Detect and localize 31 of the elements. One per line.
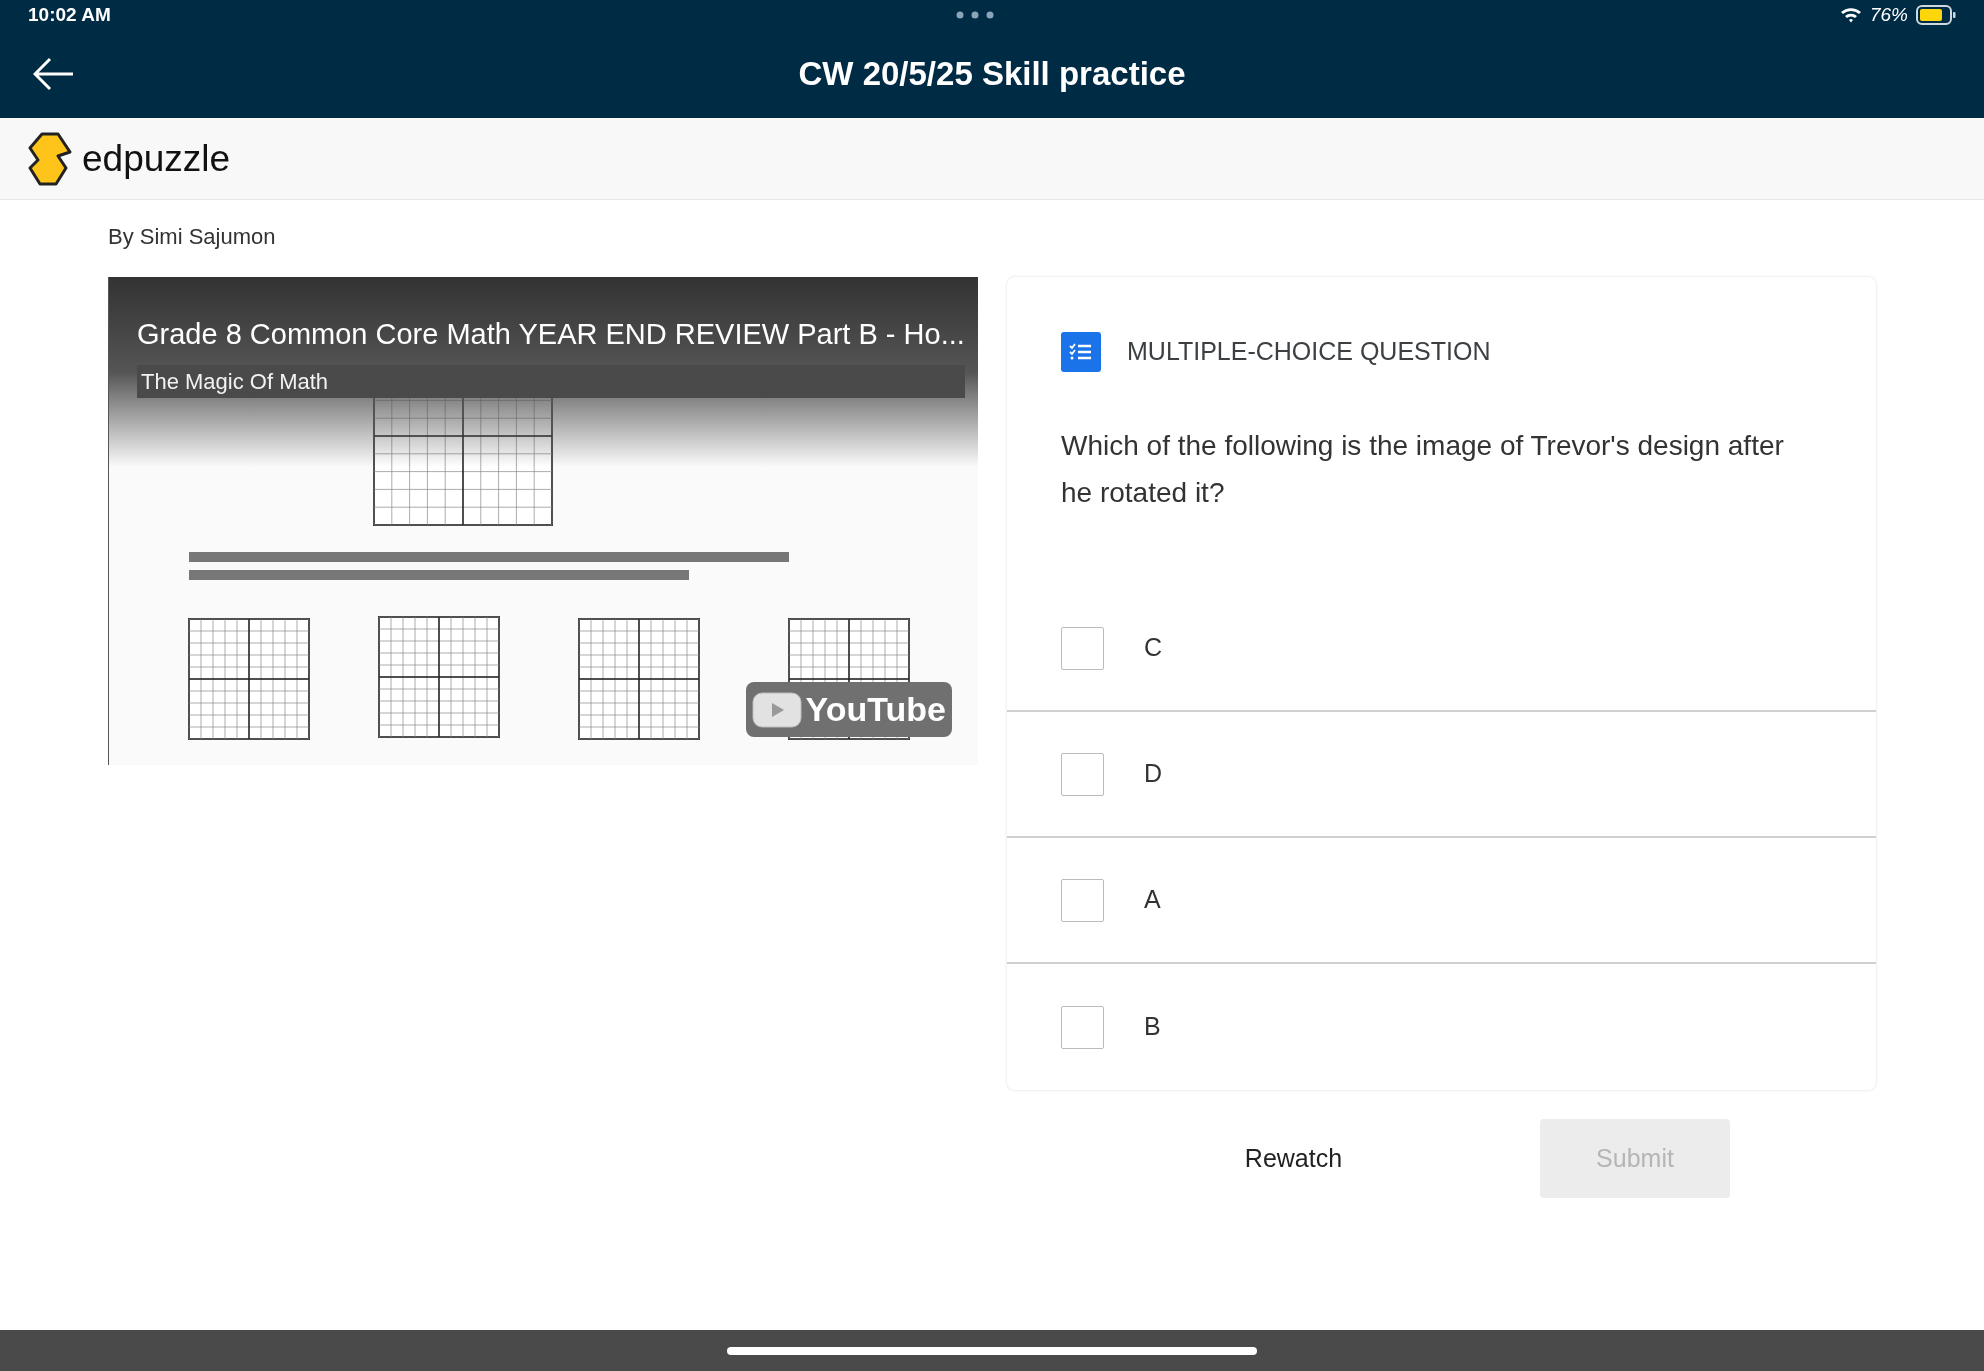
puzzle-logo-icon	[28, 131, 72, 186]
option-label: A	[1144, 884, 1161, 916]
brand-name: edpuzzle	[82, 136, 231, 181]
video-logo-text: YouTube	[805, 689, 946, 730]
author-name: By Simi Sajumon	[108, 223, 277, 251]
answer-option[interactable]: A	[1007, 838, 1876, 964]
answer-option[interactable]: B	[1007, 964, 1876, 1090]
video-player[interactable]: Grade 8 Common Core Math YEAR END REVIEW Part B - Ho... The Magic Of Math YouTube	[108, 277, 978, 765]
battery-icon	[1916, 5, 1956, 25]
option-label: B	[1144, 1011, 1161, 1043]
page-title: CW 20/5/25 Skill practice	[798, 54, 1186, 95]
question-type-label: MULTIPLE-CHOICE QUESTION	[1127, 336, 1491, 368]
answer-option[interactable]: C	[1007, 586, 1876, 712]
option-checkbox[interactable]	[1061, 626, 1104, 670]
option-checkbox[interactable]	[1061, 1005, 1104, 1049]
option-checkbox[interactable]	[1061, 878, 1104, 922]
option-checkbox[interactable]	[1061, 752, 1104, 796]
video-title: Grade 8 Common Core Math YEAR END REVIEW Part B - Ho...	[137, 317, 965, 352]
status-time: 10:02 AM	[28, 2, 111, 27]
checklist-icon	[1061, 332, 1101, 372]
option-label: C	[1144, 632, 1163, 664]
rewatch-button[interactable]: Rewatch	[1228, 1127, 1359, 1190]
battery-percent: 76%	[1869, 2, 1908, 27]
question-text: Which of the following is the image of Trevor's design after he rotated it?	[1060, 429, 1785, 510]
wifi-icon	[1839, 7, 1862, 23]
back-arrow-icon	[33, 57, 75, 91]
play-icon	[751, 691, 802, 728]
answer-option[interactable]: D	[1007, 712, 1876, 838]
channel-name: The Magic Of Math	[137, 364, 965, 398]
option-label: D	[1144, 758, 1163, 790]
more-dots-icon	[956, 11, 995, 19]
